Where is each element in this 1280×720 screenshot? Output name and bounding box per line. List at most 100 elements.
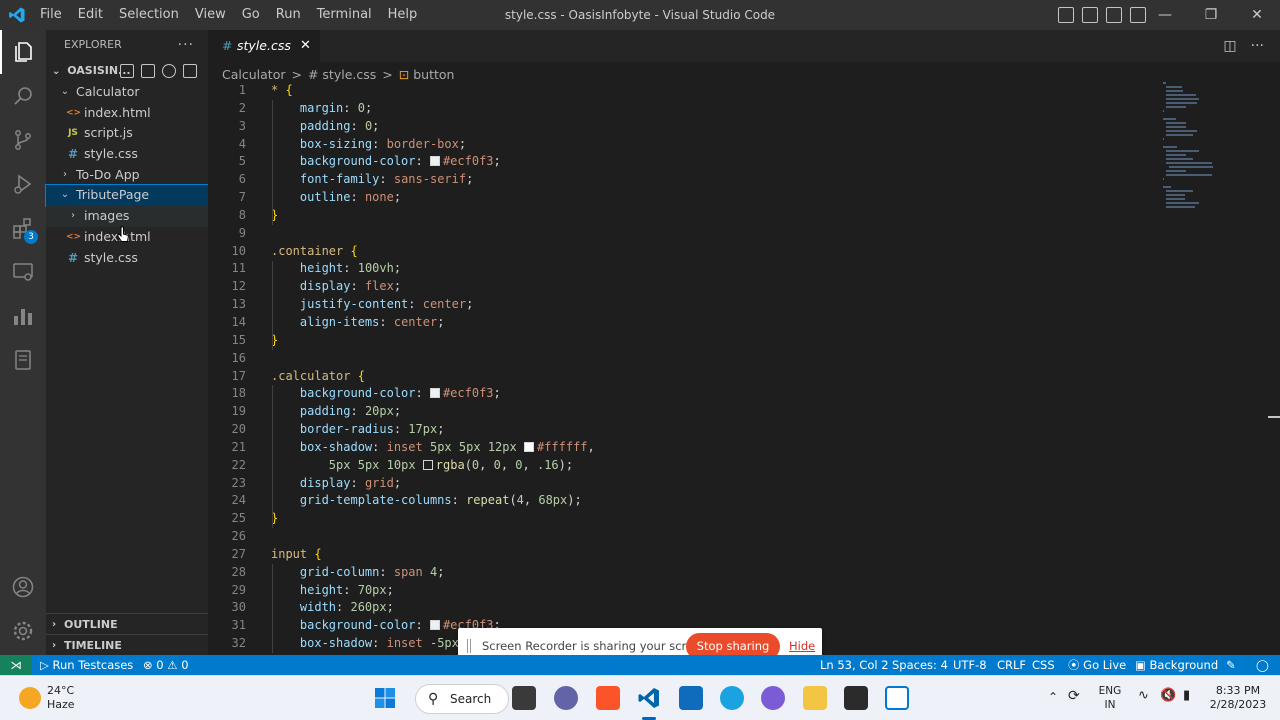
vscode-taskbar-icon[interactable] <box>637 686 661 710</box>
cursor-position[interactable]: Ln 53, Col 2 <box>820 655 889 675</box>
collapse-all-icon[interactable] <box>183 64 197 78</box>
copilot-icon[interactable] <box>761 686 785 710</box>
close-window-icon[interactable]: ✕ <box>1234 0 1280 30</box>
encoding[interactable]: UTF-8 <box>953 655 987 675</box>
menu-terminal[interactable]: Terminal <box>309 0 380 30</box>
code-line[interactable]: 17 .calculator { <box>208 368 1158 386</box>
breadcrumb-symbol[interactable]: button <box>413 67 454 82</box>
run-testcases-item[interactable]: ▷ Run Testcases <box>40 655 133 675</box>
menu-edit[interactable]: Edit <box>70 0 111 30</box>
drag-handle-icon[interactable] <box>467 639 471 653</box>
notebook-activity[interactable] <box>0 338 46 382</box>
tree-file-style-css[interactable]: # style.css <box>46 144 208 165</box>
restore-icon[interactable]: ❐ <box>1188 0 1234 30</box>
accounts-activity[interactable] <box>0 565 46 609</box>
problems-indicator[interactable]: ⊗ 0 ⚠ 0 <box>143 655 189 675</box>
battery-icon[interactable]: ▮ <box>1183 689 1190 703</box>
code-line[interactable]: 8} <box>208 207 1158 225</box>
code-line[interactable]: 14 align-items: center; <box>208 314 1158 332</box>
tree-file-index-html[interactable]: <> index.html <box>46 103 208 124</box>
end-of-line[interactable]: CRLF <box>997 655 1026 675</box>
outline-section[interactable]: › OUTLINE <box>46 613 208 635</box>
code-line[interactable]: 4 box-sizing: border-box; <box>208 136 1158 154</box>
more-actions-icon[interactable]: ··· <box>178 30 194 60</box>
source-control-activity[interactable] <box>0 118 46 162</box>
color-swatch[interactable] <box>429 156 440 167</box>
toggle-primary-sidebar-icon[interactable] <box>1058 7 1074 23</box>
tree-file-style-css[interactable]: # style.css <box>46 248 208 269</box>
code-line[interactable]: 2 margin: 0; <box>208 100 1158 118</box>
code-line[interactable]: 7 outline: none; <box>208 189 1158 207</box>
menu-help[interactable]: Help <box>380 0 426 30</box>
brave-browser-icon[interactable] <box>596 686 620 710</box>
menu-run[interactable]: Run <box>268 0 309 30</box>
indentation[interactable]: Spaces: 4 <box>892 655 948 675</box>
search-activity[interactable] <box>0 74 46 118</box>
code-line[interactable]: 11 height: 100vh; <box>208 260 1158 278</box>
tree-folder-calculator[interactable]: ⌄ Calculator <box>46 82 208 103</box>
color-swatch[interactable] <box>429 620 440 631</box>
volume-muted-icon[interactable]: 🔇 <box>1160 689 1176 703</box>
split-editor-icon[interactable]: ◫ <box>1223 38 1236 54</box>
tree-folder-tributepage[interactable]: ⌄ TributePage <box>45 184 209 208</box>
weather-sun-icon[interactable] <box>19 687 41 709</box>
code-line[interactable]: 25} <box>208 510 1158 528</box>
code-line[interactable]: 3 padding: 0; <box>208 118 1158 136</box>
chevron-up-icon[interactable]: ⌃ <box>1048 690 1058 704</box>
code-line[interactable]: 15} <box>208 332 1158 350</box>
code-line[interactable]: 19 padding: 20px; <box>208 403 1158 421</box>
code-line[interactable]: 6 font-family: sans-serif; <box>208 171 1158 189</box>
language-mode[interactable]: CSS <box>1032 655 1055 675</box>
go-live-item[interactable]: ⦿ Go Live <box>1068 655 1126 675</box>
input-language[interactable]: ENG IN <box>1096 684 1124 712</box>
color-swatch[interactable] <box>429 388 440 399</box>
weather-widget[interactable]: 24°C Haze <box>47 684 75 712</box>
tab-style-css[interactable]: # style.css ✕ <box>208 30 320 62</box>
code-line[interactable]: 30 width: 260px; <box>208 599 1158 617</box>
menu-go[interactable]: Go <box>234 0 268 30</box>
taskbar-search[interactable]: ⚲ Search <box>415 684 509 714</box>
tree-folder-images[interactable]: › images <box>46 206 208 227</box>
code-line[interactable]: 13 justify-content: center; <box>208 296 1158 314</box>
code-line[interactable]: 21 box-shadow: inset 5px 5px 12px #fffff… <box>208 439 1158 457</box>
manage-activity[interactable] <box>0 609 46 653</box>
code-line[interactable]: 26 <box>208 528 1158 546</box>
screen-recorder-icon[interactable] <box>885 686 909 710</box>
menu-file[interactable]: File <box>32 0 70 30</box>
code-line[interactable]: 23 display: grid; <box>208 475 1158 493</box>
explorer-activity[interactable] <box>0 30 46 74</box>
code-line[interactable]: 9 <box>208 225 1158 243</box>
code-line[interactable]: 22 5px 5px 10px rgba(0, 0, 0, .16); <box>208 457 1158 475</box>
code-line[interactable]: 5 background-color: #ecf0f3; <box>208 153 1158 171</box>
color-swatch[interactable] <box>422 459 433 470</box>
code-line[interactable]: 16 <box>208 350 1158 368</box>
menu-view[interactable]: View <box>187 0 234 30</box>
tree-folder-todo-app[interactable]: › To-Do App <box>46 165 208 186</box>
color-swatch[interactable] <box>523 441 534 452</box>
task-view-icon[interactable] <box>512 686 536 710</box>
extensions-activity[interactable]: 3 <box>0 206 46 250</box>
sync-icon[interactable]: ⟳ <box>1068 689 1080 703</box>
code-line[interactable]: 24 grid-template-columns: repeat(4, 68px… <box>208 492 1158 510</box>
close-icon[interactable]: ✕ <box>300 30 311 62</box>
toggle-panel-icon[interactable] <box>1082 7 1098 23</box>
code-line[interactable]: 29 height: 70px; <box>208 582 1158 600</box>
workspace-folder[interactable]: ⌄ OASISIN... <box>46 60 208 82</box>
teams-chat-icon[interactable] <box>554 686 578 710</box>
remote-explorer-activity[interactable] <box>0 250 46 294</box>
code-line[interactable]: 27 input { <box>208 546 1158 564</box>
new-file-icon[interactable] <box>120 64 134 78</box>
notifications-icon[interactable]: ◯ <box>1256 655 1269 675</box>
menu-selection[interactable]: Selection <box>111 0 187 30</box>
new-folder-icon[interactable] <box>141 64 155 78</box>
code-line[interactable]: 1 * { <box>208 82 1158 100</box>
windows-start-icon[interactable] <box>373 686 397 710</box>
wifi-icon[interactable]: ∿ <box>1138 689 1149 703</box>
background-item[interactable]: ▣ Background <box>1135 655 1218 675</box>
run-debug-activity[interactable] <box>0 162 46 206</box>
code-line[interactable]: 12 display: flex; <box>208 278 1158 296</box>
vscode-logo-icon[interactable] <box>8 6 26 24</box>
code-line[interactable]: 28 grid-column: span 4; <box>208 564 1158 582</box>
code-line[interactable]: 18 background-color: #ecf0f3; <box>208 385 1158 403</box>
code-editor[interactable]: 1 * {2 margin: 0; 3 padding: 0; 4 box-sizin… <box>208 82 1158 654</box>
